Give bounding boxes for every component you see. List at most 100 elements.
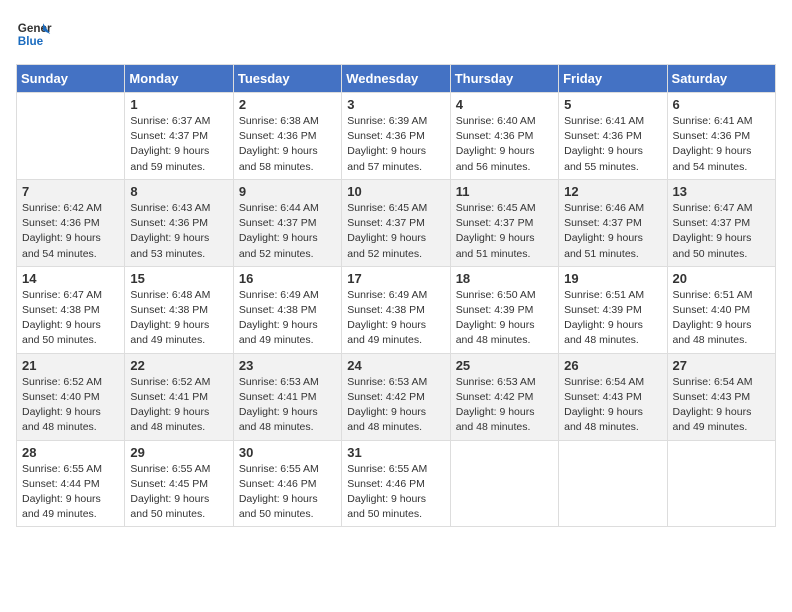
day-info: Sunrise: 6:50 AMSunset: 4:39 PMDaylight:… bbox=[456, 289, 536, 347]
day-number: 22 bbox=[130, 358, 227, 373]
day-number: 24 bbox=[347, 358, 444, 373]
day-number: 13 bbox=[673, 184, 770, 199]
calendar-cell: 26 Sunrise: 6:54 AMSunset: 4:43 PMDaylig… bbox=[559, 353, 667, 440]
day-number: 3 bbox=[347, 97, 444, 112]
day-info: Sunrise: 6:53 AMSunset: 4:42 PMDaylight:… bbox=[347, 376, 427, 434]
day-number: 5 bbox=[564, 97, 661, 112]
day-info: Sunrise: 6:40 AMSunset: 4:36 PMDaylight:… bbox=[456, 115, 536, 173]
calendar-cell: 17 Sunrise: 6:49 AMSunset: 4:38 PMDaylig… bbox=[342, 266, 450, 353]
calendar-cell: 16 Sunrise: 6:49 AMSunset: 4:38 PMDaylig… bbox=[233, 266, 341, 353]
calendar-cell: 6 Sunrise: 6:41 AMSunset: 4:36 PMDayligh… bbox=[667, 93, 775, 180]
svg-text:General: General bbox=[18, 22, 52, 35]
day-info: Sunrise: 6:45 AMSunset: 4:37 PMDaylight:… bbox=[456, 202, 536, 260]
day-number: 17 bbox=[347, 271, 444, 286]
calendar-cell: 24 Sunrise: 6:53 AMSunset: 4:42 PMDaylig… bbox=[342, 353, 450, 440]
calendar-cell: 23 Sunrise: 6:53 AMSunset: 4:41 PMDaylig… bbox=[233, 353, 341, 440]
day-number: 20 bbox=[673, 271, 770, 286]
calendar-cell: 31 Sunrise: 6:55 AMSunset: 4:46 PMDaylig… bbox=[342, 440, 450, 527]
day-number: 31 bbox=[347, 445, 444, 460]
weekday-header-thursday: Thursday bbox=[450, 65, 558, 93]
day-number: 18 bbox=[456, 271, 553, 286]
calendar-cell bbox=[559, 440, 667, 527]
calendar-cell: 27 Sunrise: 6:54 AMSunset: 4:43 PMDaylig… bbox=[667, 353, 775, 440]
weekday-header-wednesday: Wednesday bbox=[342, 65, 450, 93]
calendar-cell: 4 Sunrise: 6:40 AMSunset: 4:36 PMDayligh… bbox=[450, 93, 558, 180]
logo: General Blue bbox=[16, 16, 52, 52]
day-number: 23 bbox=[239, 358, 336, 373]
day-info: Sunrise: 6:49 AMSunset: 4:38 PMDaylight:… bbox=[347, 289, 427, 347]
calendar-cell: 8 Sunrise: 6:43 AMSunset: 4:36 PMDayligh… bbox=[125, 179, 233, 266]
calendar-cell: 14 Sunrise: 6:47 AMSunset: 4:38 PMDaylig… bbox=[17, 266, 125, 353]
day-number: 30 bbox=[239, 445, 336, 460]
day-number: 16 bbox=[239, 271, 336, 286]
day-number: 8 bbox=[130, 184, 227, 199]
day-info: Sunrise: 6:54 AMSunset: 4:43 PMDaylight:… bbox=[673, 376, 753, 434]
day-info: Sunrise: 6:42 AMSunset: 4:36 PMDaylight:… bbox=[22, 202, 102, 260]
calendar-cell: 19 Sunrise: 6:51 AMSunset: 4:39 PMDaylig… bbox=[559, 266, 667, 353]
day-info: Sunrise: 6:37 AMSunset: 4:37 PMDaylight:… bbox=[130, 115, 210, 173]
day-number: 21 bbox=[22, 358, 119, 373]
day-number: 28 bbox=[22, 445, 119, 460]
calendar-week-4: 21 Sunrise: 6:52 AMSunset: 4:40 PMDaylig… bbox=[17, 353, 776, 440]
day-info: Sunrise: 6:38 AMSunset: 4:36 PMDaylight:… bbox=[239, 115, 319, 173]
calendar-week-2: 7 Sunrise: 6:42 AMSunset: 4:36 PMDayligh… bbox=[17, 179, 776, 266]
day-info: Sunrise: 6:41 AMSunset: 4:36 PMDaylight:… bbox=[673, 115, 753, 173]
calendar-week-1: 1 Sunrise: 6:37 AMSunset: 4:37 PMDayligh… bbox=[17, 93, 776, 180]
calendar-cell bbox=[667, 440, 775, 527]
calendar-cell: 25 Sunrise: 6:53 AMSunset: 4:42 PMDaylig… bbox=[450, 353, 558, 440]
day-info: Sunrise: 6:47 AMSunset: 4:37 PMDaylight:… bbox=[673, 202, 753, 260]
day-number: 10 bbox=[347, 184, 444, 199]
day-info: Sunrise: 6:43 AMSunset: 4:36 PMDaylight:… bbox=[130, 202, 210, 260]
day-number: 4 bbox=[456, 97, 553, 112]
calendar-cell: 1 Sunrise: 6:37 AMSunset: 4:37 PMDayligh… bbox=[125, 93, 233, 180]
day-number: 27 bbox=[673, 358, 770, 373]
calendar-cell: 11 Sunrise: 6:45 AMSunset: 4:37 PMDaylig… bbox=[450, 179, 558, 266]
day-number: 12 bbox=[564, 184, 661, 199]
day-info: Sunrise: 6:55 AMSunset: 4:44 PMDaylight:… bbox=[22, 463, 102, 521]
calendar-cell: 29 Sunrise: 6:55 AMSunset: 4:45 PMDaylig… bbox=[125, 440, 233, 527]
day-info: Sunrise: 6:55 AMSunset: 4:45 PMDaylight:… bbox=[130, 463, 210, 521]
calendar-cell: 28 Sunrise: 6:55 AMSunset: 4:44 PMDaylig… bbox=[17, 440, 125, 527]
logo-icon: General Blue bbox=[16, 16, 52, 52]
day-number: 29 bbox=[130, 445, 227, 460]
day-info: Sunrise: 6:46 AMSunset: 4:37 PMDaylight:… bbox=[564, 202, 644, 260]
weekday-header-row: SundayMondayTuesdayWednesdayThursdayFrid… bbox=[17, 65, 776, 93]
calendar-cell: 9 Sunrise: 6:44 AMSunset: 4:37 PMDayligh… bbox=[233, 179, 341, 266]
calendar-cell: 10 Sunrise: 6:45 AMSunset: 4:37 PMDaylig… bbox=[342, 179, 450, 266]
weekday-header-monday: Monday bbox=[125, 65, 233, 93]
day-info: Sunrise: 6:52 AMSunset: 4:40 PMDaylight:… bbox=[22, 376, 102, 434]
calendar-cell: 2 Sunrise: 6:38 AMSunset: 4:36 PMDayligh… bbox=[233, 93, 341, 180]
calendar-cell: 21 Sunrise: 6:52 AMSunset: 4:40 PMDaylig… bbox=[17, 353, 125, 440]
day-number: 15 bbox=[130, 271, 227, 286]
calendar-cell: 20 Sunrise: 6:51 AMSunset: 4:40 PMDaylig… bbox=[667, 266, 775, 353]
calendar-cell: 3 Sunrise: 6:39 AMSunset: 4:36 PMDayligh… bbox=[342, 93, 450, 180]
day-number: 19 bbox=[564, 271, 661, 286]
day-number: 25 bbox=[456, 358, 553, 373]
day-info: Sunrise: 6:48 AMSunset: 4:38 PMDaylight:… bbox=[130, 289, 210, 347]
calendar-cell: 30 Sunrise: 6:55 AMSunset: 4:46 PMDaylig… bbox=[233, 440, 341, 527]
day-info: Sunrise: 6:55 AMSunset: 4:46 PMDaylight:… bbox=[239, 463, 319, 521]
day-number: 7 bbox=[22, 184, 119, 199]
weekday-header-tuesday: Tuesday bbox=[233, 65, 341, 93]
calendar-cell: 5 Sunrise: 6:41 AMSunset: 4:36 PMDayligh… bbox=[559, 93, 667, 180]
calendar-cell bbox=[450, 440, 558, 527]
svg-text:Blue: Blue bbox=[18, 35, 44, 48]
day-info: Sunrise: 6:54 AMSunset: 4:43 PMDaylight:… bbox=[564, 376, 644, 434]
day-number: 11 bbox=[456, 184, 553, 199]
calendar-cell: 15 Sunrise: 6:48 AMSunset: 4:38 PMDaylig… bbox=[125, 266, 233, 353]
day-info: Sunrise: 6:51 AMSunset: 4:39 PMDaylight:… bbox=[564, 289, 644, 347]
calendar-week-3: 14 Sunrise: 6:47 AMSunset: 4:38 PMDaylig… bbox=[17, 266, 776, 353]
calendar-cell: 7 Sunrise: 6:42 AMSunset: 4:36 PMDayligh… bbox=[17, 179, 125, 266]
calendar-cell: 18 Sunrise: 6:50 AMSunset: 4:39 PMDaylig… bbox=[450, 266, 558, 353]
day-number: 26 bbox=[564, 358, 661, 373]
day-info: Sunrise: 6:44 AMSunset: 4:37 PMDaylight:… bbox=[239, 202, 319, 260]
weekday-header-friday: Friday bbox=[559, 65, 667, 93]
day-info: Sunrise: 6:49 AMSunset: 4:38 PMDaylight:… bbox=[239, 289, 319, 347]
calendar-cell: 13 Sunrise: 6:47 AMSunset: 4:37 PMDaylig… bbox=[667, 179, 775, 266]
calendar-cell: 12 Sunrise: 6:46 AMSunset: 4:37 PMDaylig… bbox=[559, 179, 667, 266]
calendar-table: SundayMondayTuesdayWednesdayThursdayFrid… bbox=[16, 64, 776, 527]
day-info: Sunrise: 6:53 AMSunset: 4:41 PMDaylight:… bbox=[239, 376, 319, 434]
day-info: Sunrise: 6:45 AMSunset: 4:37 PMDaylight:… bbox=[347, 202, 427, 260]
day-info: Sunrise: 6:51 AMSunset: 4:40 PMDaylight:… bbox=[673, 289, 753, 347]
day-number: 6 bbox=[673, 97, 770, 112]
